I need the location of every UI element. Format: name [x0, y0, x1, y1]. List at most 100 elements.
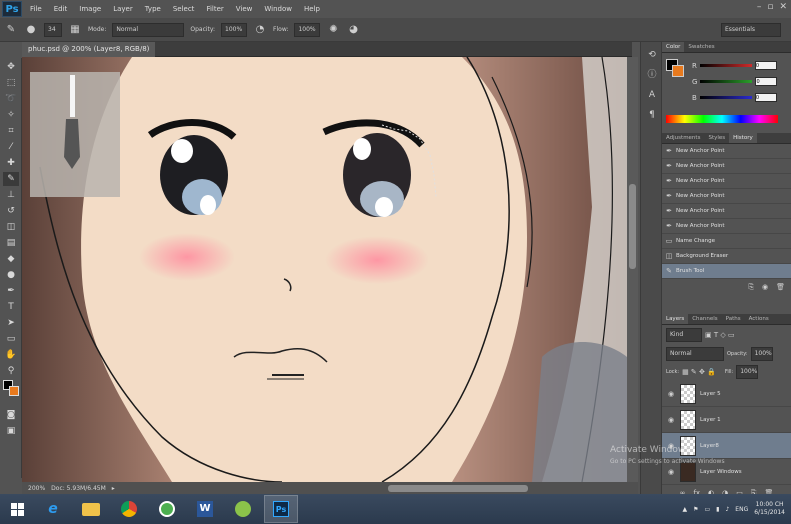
game-icon[interactable] — [226, 495, 260, 523]
history-brush-tool-icon[interactable]: ↺ — [3, 204, 19, 218]
flag-icon[interactable]: ⚑ — [693, 506, 698, 513]
shape-tool-icon[interactable]: ▭ — [3, 332, 19, 346]
snapshot-icon[interactable]: ◉ — [762, 283, 768, 292]
brush-panel-icon[interactable]: ▦ — [68, 23, 82, 37]
paragraph-panel-icon[interactable]: ¶ — [645, 108, 659, 122]
marquee-tool-icon[interactable]: ⬚ — [3, 76, 19, 90]
document-canvas[interactable] — [22, 57, 627, 482]
menu-filter[interactable]: Filter — [200, 0, 229, 18]
screen-mode-icon[interactable]: ▣ — [3, 424, 19, 438]
gradient-tool-icon[interactable]: ▤ — [3, 236, 19, 250]
opacity-field[interactable]: 100% — [221, 22, 248, 37]
pen-tool-icon[interactable]: ✒ — [3, 284, 19, 298]
tab-swatches[interactable]: Swatches — [684, 42, 718, 52]
menu-file[interactable]: File — [24, 0, 48, 18]
green-app-icon[interactable] — [150, 495, 184, 523]
word-icon[interactable]: W — [188, 495, 222, 523]
crop-tool-icon[interactable]: ⌗ — [3, 124, 19, 138]
new-document-icon[interactable]: ⎘ — [748, 283, 754, 292]
vertical-scroll-thumb[interactable] — [629, 184, 636, 269]
clone-stamp-tool-icon[interactable]: ⊥ — [3, 188, 19, 202]
b-slider[interactable] — [699, 96, 752, 99]
show-hidden-icons-icon[interactable]: ▲ — [682, 506, 687, 513]
photoshop-icon[interactable]: Ps — [264, 495, 298, 523]
airbrush-icon[interactable]: ✺ — [326, 23, 340, 37]
menu-help[interactable]: Help — [298, 0, 326, 18]
visibility-eye-icon[interactable]: ◉ — [666, 416, 676, 424]
menu-type[interactable]: Type — [139, 0, 167, 18]
mode-dropdown[interactable]: Normal — [112, 22, 185, 37]
pressure-opacity-icon[interactable]: ◔ — [253, 23, 267, 37]
clock[interactable]: 10:00 CH 6/15/2014 — [754, 501, 785, 517]
properties-panel-icon[interactable]: ⓘ — [645, 68, 659, 82]
history-item[interactable]: ▭ Name Change — [662, 234, 791, 249]
menu-select[interactable]: Select — [167, 0, 201, 18]
network-icon[interactable]: ▮ — [716, 506, 719, 513]
language-indicator[interactable]: ENG — [735, 506, 748, 513]
fill-field[interactable]: 100% — [736, 365, 759, 379]
brush-tool-icon[interactable]: ✎ — [3, 172, 19, 186]
start-button[interactable] — [2, 495, 32, 523]
quick-mask-icon[interactable]: ◙ — [3, 408, 19, 422]
path-select-tool-icon[interactable]: ➤ — [3, 316, 19, 330]
maximize-icon[interactable]: ▫ — [767, 2, 773, 12]
layer-row[interactable]: ◉ Layer 5 — [662, 381, 791, 407]
workspace-dropdown[interactable]: Essentials — [721, 23, 781, 37]
pressure-size-icon[interactable]: ◕ — [346, 23, 360, 37]
document-tab[interactable]: phuc.psd @ 200% (Layer8, RGB/8) — [22, 42, 156, 57]
history-item[interactable]: ✒ New Anchor Point — [662, 204, 791, 219]
r-slider[interactable] — [699, 64, 752, 67]
tab-styles[interactable]: Styles — [704, 133, 729, 143]
layer-opacity-field[interactable]: 100% — [750, 347, 773, 361]
history-item[interactable]: ✒ New Anchor Point — [662, 219, 791, 234]
tab-adjustments[interactable]: Adjustments — [662, 133, 704, 143]
vertical-scrollbar[interactable] — [627, 57, 638, 482]
history-item[interactable]: ◫ Background Eraser — [662, 249, 791, 264]
menu-image[interactable]: Image — [73, 0, 107, 18]
menu-window[interactable]: Window — [258, 0, 298, 18]
tab-actions[interactable]: Actions — [745, 314, 773, 324]
tab-paths[interactable]: Paths — [722, 314, 745, 324]
menu-layer[interactable]: Layer — [107, 0, 139, 18]
zoom-tool-icon[interactable]: ⚲ — [3, 364, 19, 378]
lock-icons[interactable]: ▦ ✎ ✥ 🔒 — [682, 368, 716, 376]
color-swatches[interactable] — [3, 380, 19, 406]
history-panel-icon[interactable]: ⟲ — [645, 48, 659, 62]
brush-tool-icon[interactable]: ✎ — [4, 23, 18, 37]
chrome-icon[interactable] — [112, 495, 146, 523]
visibility-eye-icon[interactable]: ◉ — [666, 468, 676, 476]
eraser-tool-icon[interactable]: ◫ — [3, 220, 19, 234]
b-value[interactable]: 0 — [754, 93, 777, 102]
g-slider[interactable] — [700, 80, 753, 83]
layer-filter-dropdown[interactable]: Kind — [666, 328, 702, 342]
tab-layers[interactable]: Layers — [662, 314, 689, 324]
blur-tool-icon[interactable]: ◆ — [3, 252, 19, 266]
history-item[interactable]: ✒ New Anchor Point — [662, 189, 791, 204]
brush-size-field[interactable]: 34 — [44, 22, 62, 37]
status-menu-icon[interactable]: ▸ — [112, 485, 115, 492]
g-value[interactable]: 0 — [755, 77, 778, 86]
tab-color[interactable]: Color — [662, 42, 685, 52]
healing-tool-icon[interactable]: ✚ — [3, 156, 19, 170]
menu-edit[interactable]: Edit — [48, 0, 74, 18]
battery-icon[interactable]: ▭ — [704, 506, 710, 513]
move-tool-icon[interactable]: ✥ — [3, 60, 19, 74]
filter-icons[interactable]: ▣ T ◇ ▭ — [705, 331, 735, 339]
volume-icon[interactable]: ♪ — [725, 506, 729, 513]
eyedropper-tool-icon[interactable]: ⁄ — [3, 140, 19, 154]
character-panel-icon[interactable]: A — [645, 88, 659, 102]
trash-icon[interactable]: 🗑 — [776, 283, 785, 292]
type-tool-icon[interactable]: T — [3, 300, 19, 314]
history-item[interactable]: ✒ New Anchor Point — [662, 144, 791, 159]
lasso-tool-icon[interactable]: ➰ — [3, 92, 19, 106]
horizontal-scroll-thumb[interactable] — [388, 485, 528, 492]
ie-icon[interactable]: e — [36, 495, 70, 523]
folder-icon[interactable] — [74, 495, 108, 523]
zoom-level[interactable]: 200% — [28, 485, 45, 492]
r-value[interactable]: 0 — [754, 61, 777, 70]
background-color-swatch[interactable] — [9, 386, 19, 396]
layer-row[interactable]: ◉ Layer 1 — [662, 407, 791, 433]
color-spectrum-bar[interactable] — [666, 115, 778, 123]
menu-view[interactable]: View — [230, 0, 259, 18]
tab-channels[interactable]: Channels — [688, 314, 721, 324]
